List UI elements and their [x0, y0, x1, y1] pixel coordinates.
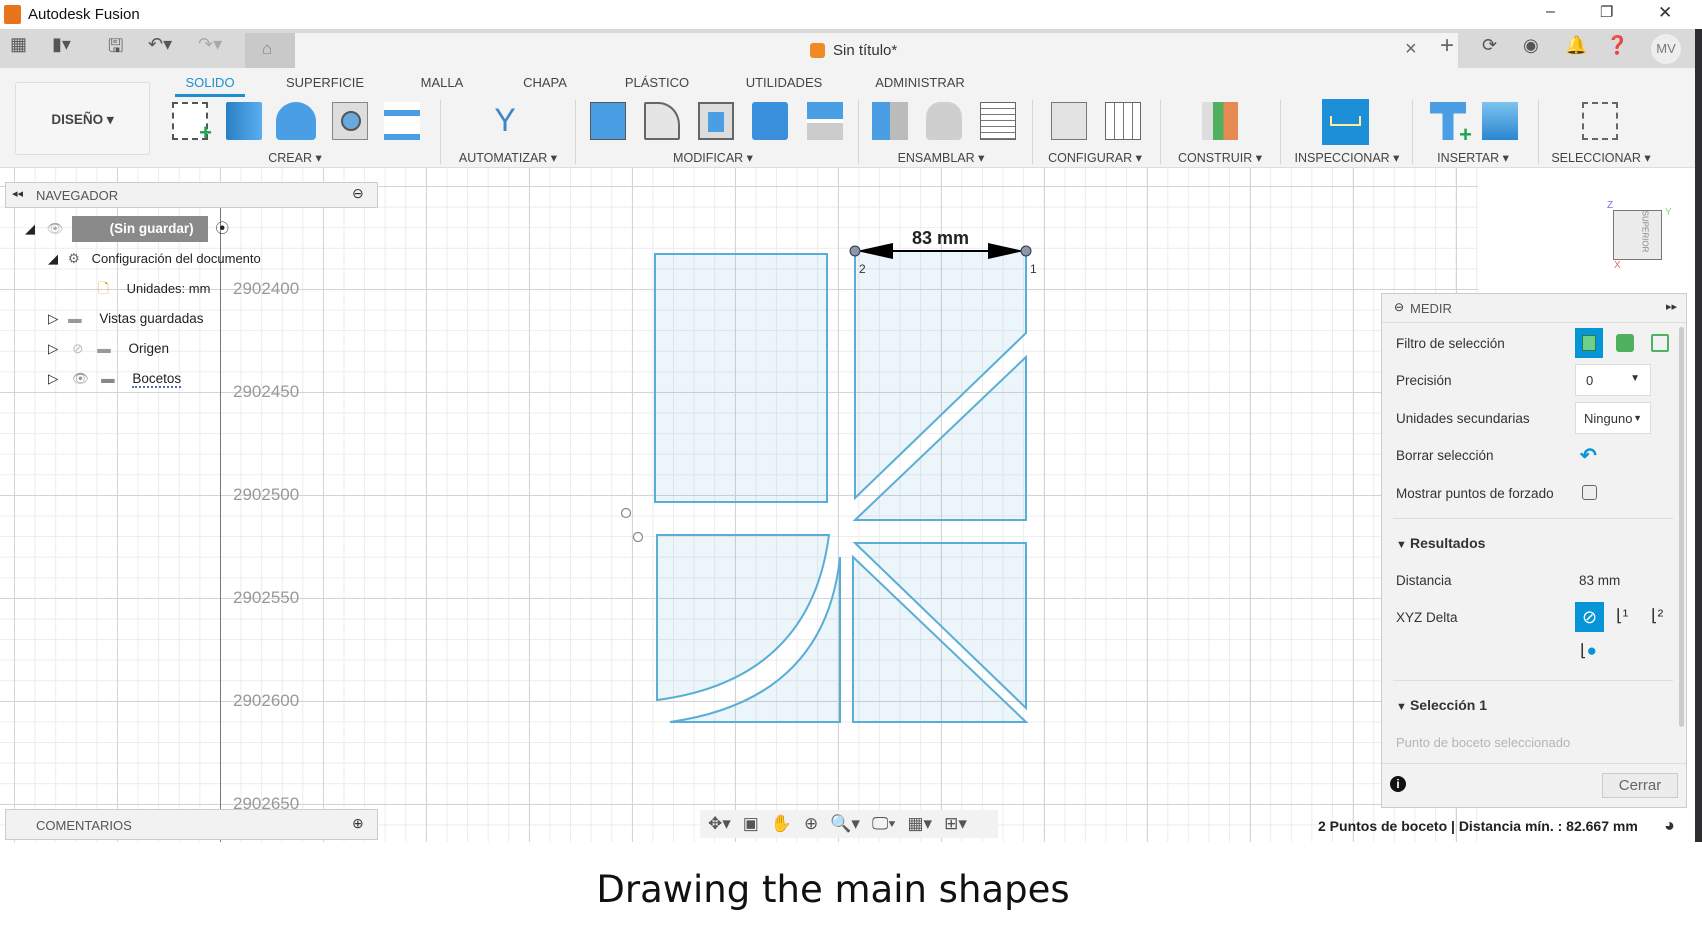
no-delta-icon: ⊘ [1581, 607, 1598, 627]
measure-point-1 [1020, 245, 1032, 257]
root-label: (Sin guardar) [71, 216, 208, 242]
viewcube[interactable]: SUPERIOR [1613, 210, 1662, 260]
item-label: Origen [128, 341, 170, 356]
folder-icon: ▬ [101, 371, 115, 386]
navigator-item-saved-views[interactable]: ▷ ▬ Vistas guardadas [48, 306, 204, 332]
viewcube-axis-x: X [1614, 260, 1621, 271]
video-caption: Drawing the main shapes [596, 868, 1070, 911]
activate-radio-icon[interactable]: ⦿ [215, 221, 229, 236]
dialog-header: ⊖ MEDIR ▸▸ [1382, 294, 1686, 323]
folder-icon: ▬ [68, 311, 82, 326]
sketch-point [620, 507, 632, 519]
distance-value: 83 mm [1579, 573, 1621, 588]
selection-filter-label: Filtro de selección [1396, 336, 1505, 351]
status-feedback-icon[interactable]: ◕ [1664, 815, 1675, 836]
zoom-icon[interactable]: ⊕ [804, 814, 818, 834]
hidden-eye-icon[interactable]: ⊘ [72, 341, 83, 356]
status-text: 2 Puntos de boceto | Distancia mín. : 82… [1318, 818, 1638, 834]
minus-circle-icon[interactable]: ⊖ [1394, 300, 1404, 314]
selection1-title: Selección 1 [1409, 697, 1487, 713]
measure-point-2 [849, 245, 861, 257]
xyz-delta-label: XYZ Delta [1396, 610, 1458, 625]
clear-selection-label: Borrar selección [1396, 448, 1494, 463]
display-settings-icon[interactable]: 🖵▾ [872, 814, 896, 834]
delta-none-button[interactable]: ⊘ [1575, 602, 1604, 632]
sketch-rectangle-top-left [654, 253, 828, 503]
show-snap-points-label: Mostrar puntos de forzado [1396, 486, 1554, 501]
folder-icon: ▬ [97, 341, 111, 356]
divider [1393, 680, 1673, 681]
filter-body-button[interactable] [1575, 328, 1603, 358]
visibility-eye-icon[interactable]: 👁 [72, 371, 89, 386]
filter-edge-button[interactable] [1651, 334, 1669, 352]
delta-axis-2-icon[interactable]: ⌊² [1651, 606, 1663, 626]
precision-dropdown[interactable]: 0 ▼ [1575, 364, 1651, 396]
viewcube-face-label: SUPERIOR [1640, 210, 1650, 253]
show-snap-points-checkbox[interactable] [1582, 485, 1597, 500]
precision-label: Precisión [1396, 373, 1452, 388]
fit-icon[interactable]: 🔍▾ [830, 814, 860, 834]
delta-axis-1-icon[interactable]: ⌊¹ [1616, 606, 1628, 626]
navigator-root-item[interactable]: ◢ 👁 (Sin guardar) ⦿ [25, 216, 229, 242]
secondary-units-label: Unidades secundarias [1396, 411, 1530, 426]
add-comment-icon[interactable]: ⊕ [352, 815, 364, 832]
secondary-units-dropdown[interactable]: Ninguno ▼ [1575, 402, 1651, 434]
visibility-eye-icon[interactable]: 👁 [47, 221, 64, 236]
point-label-2: 2 [859, 262, 866, 276]
sketch-point [632, 531, 644, 543]
collapse-triangle-icon: ▼ [1396, 539, 1410, 551]
precision-value: 0 [1586, 373, 1594, 388]
point-label-1: 1 [1030, 262, 1037, 276]
navigator-minimize-icon[interactable]: ⊖ [352, 185, 364, 202]
viewcube-axis-z: Z [1607, 200, 1614, 211]
comments-panel[interactable]: COMENTARIOS ⊕ [5, 809, 378, 840]
clear-selection-undo-icon[interactable]: ↶ [1580, 443, 1597, 468]
document-icon: 🗋 [98, 281, 109, 296]
expand-dialog-icon[interactable]: ▸▸ [1666, 300, 1677, 313]
selection1-value: Punto de boceto seleccionado [1396, 735, 1571, 750]
dimension-label: 83 mm [912, 228, 970, 248]
navigator-item-units[interactable]: 🗋 Unidades: mm [98, 276, 210, 302]
viewcube-axis-y: Y [1665, 207, 1672, 218]
dialog-scrollbar[interactable] [1679, 327, 1684, 727]
expand-arrow-icon[interactable]: ▷ [48, 341, 58, 356]
results-title: Resultados [1409, 535, 1486, 551]
collapse-arrow-icon[interactable]: ◢ [48, 251, 58, 266]
secondary-units-value: Ninguno [1584, 411, 1633, 426]
gear-icon: ⚙ [67, 251, 80, 266]
navigator-item-origin[interactable]: ▷ ⊘ ▬ Origen [48, 336, 169, 362]
delta-axis-custom-icon[interactable]: ⌊● [1580, 641, 1597, 661]
results-header[interactable]: ▼ Resultados [1396, 535, 1485, 551]
expand-arrow-icon[interactable]: ▷ [48, 371, 58, 386]
item-label: Vistas guardadas [99, 311, 204, 326]
expand-arrow-icon[interactable]: ▷ [48, 311, 58, 326]
comments-title: COMENTARIOS [36, 818, 132, 833]
chevron-down-icon: ▼ [1633, 413, 1642, 423]
viewports-icon[interactable]: ⊞▾ [944, 814, 967, 834]
divider [1382, 763, 1686, 764]
pan-hand-icon[interactable]: ✋ [771, 814, 792, 834]
navigator-item-sketches[interactable]: ▷ 👁 ▬ Bocetos [48, 366, 182, 392]
chevron-down-icon: ▼ [1630, 373, 1640, 384]
item-label: Bocetos [132, 371, 182, 388]
collapse-navigator-icon[interactable]: ◂◂ [12, 187, 23, 200]
navigator-panel: ◂◂ NAVEGADOR ⊖ [5, 182, 378, 208]
item-label: Configuración del documento [91, 251, 261, 266]
filter-face-button[interactable] [1616, 334, 1634, 352]
distance-label: Distancia [1396, 573, 1452, 588]
divider [1393, 518, 1673, 519]
navigator-item-document-settings[interactable]: ◢ ⚙ Configuración del documento [48, 246, 261, 272]
navigation-toolbar: ✥▾ ▣ ✋ ⊕ 🔍▾ 🖵▾ ▦▾ ⊞▾ [700, 810, 998, 838]
grid-settings-icon[interactable]: ▦▾ [908, 814, 933, 834]
item-label: Unidades: mm [126, 281, 211, 296]
collapse-triangle-icon: ▼ [1396, 701, 1410, 713]
look-at-icon[interactable]: ▣ [743, 814, 759, 834]
collapse-arrow-icon[interactable]: ◢ [25, 221, 35, 236]
measure-title: MEDIR [1410, 301, 1452, 316]
orbit-icon[interactable]: ✥▾ [708, 814, 731, 834]
selection1-header[interactable]: ▼ Selección 1 [1396, 697, 1487, 713]
close-dialog-button[interactable]: Cerrar [1602, 773, 1678, 798]
info-icon[interactable]: i [1390, 776, 1406, 792]
navigator-title: NAVEGADOR [36, 188, 119, 203]
